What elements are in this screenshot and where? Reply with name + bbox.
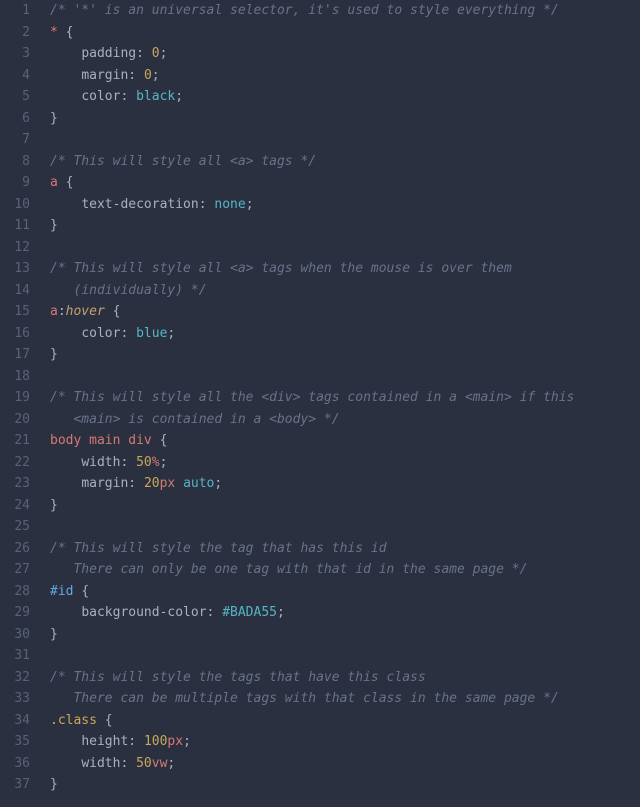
code-line[interactable]: color: blue;	[50, 323, 640, 345]
line-number: 27	[0, 559, 30, 581]
line-number: 33	[0, 688, 30, 710]
code-line[interactable]: /* '*' is an universal selector, it's us…	[50, 0, 640, 22]
line-number: 22	[0, 452, 30, 474]
line-number: 13	[0, 258, 30, 280]
code-line[interactable]: There can be multiple tags with that cla…	[50, 688, 640, 710]
code-editor[interactable]: 1234567891011121314151617181920212223242…	[0, 0, 640, 796]
code-line[interactable]: padding: 0;	[50, 43, 640, 65]
code-line[interactable]: /* This will style all <a> tags */	[50, 151, 640, 173]
line-number: 26	[0, 538, 30, 560]
code-line[interactable]: /* This will style all the <div> tags co…	[50, 387, 640, 409]
line-number: 30	[0, 624, 30, 646]
code-line[interactable]: width: 50vw;	[50, 753, 640, 775]
code-line[interactable]: }	[50, 215, 640, 237]
line-number: 29	[0, 602, 30, 624]
code-line[interactable]: color: black;	[50, 86, 640, 108]
line-number: 35	[0, 731, 30, 753]
line-number: 3	[0, 43, 30, 65]
code-line[interactable]	[50, 645, 640, 667]
code-line[interactable]: (individually) */	[50, 280, 640, 302]
line-number-gutter: 1234567891011121314151617181920212223242…	[0, 0, 40, 796]
line-number: 37	[0, 774, 30, 796]
line-number: 21	[0, 430, 30, 452]
code-line[interactable]	[50, 237, 640, 259]
code-line[interactable]: }	[50, 108, 640, 130]
line-number: 34	[0, 710, 30, 732]
line-number: 2	[0, 22, 30, 44]
line-number: 28	[0, 581, 30, 603]
line-number: 25	[0, 516, 30, 538]
code-line[interactable]: .class {	[50, 710, 640, 732]
line-number: 20	[0, 409, 30, 431]
code-line[interactable]: /* This will style all <a> tags when the…	[50, 258, 640, 280]
line-number: 32	[0, 667, 30, 689]
line-number: 31	[0, 645, 30, 667]
code-line[interactable]: height: 100px;	[50, 731, 640, 753]
code-line[interactable]: a {	[50, 172, 640, 194]
line-number: 18	[0, 366, 30, 388]
line-number: 24	[0, 495, 30, 517]
code-line[interactable]: }	[50, 624, 640, 646]
code-line[interactable]: There can only be one tag with that id i…	[50, 559, 640, 581]
line-number: 5	[0, 86, 30, 108]
code-line[interactable]: body main div {	[50, 430, 640, 452]
code-line[interactable]: #id {	[50, 581, 640, 603]
line-number: 6	[0, 108, 30, 130]
code-line[interactable]: }	[50, 344, 640, 366]
line-number: 8	[0, 151, 30, 173]
line-number: 15	[0, 301, 30, 323]
code-content[interactable]: /* '*' is an universal selector, it's us…	[40, 0, 640, 796]
line-number: 36	[0, 753, 30, 775]
code-line[interactable]: margin: 20px auto;	[50, 473, 640, 495]
line-number: 7	[0, 129, 30, 151]
code-line[interactable]: /* This will style the tag that has this…	[50, 538, 640, 560]
line-number: 12	[0, 237, 30, 259]
line-number: 1	[0, 0, 30, 22]
line-number: 9	[0, 172, 30, 194]
line-number: 11	[0, 215, 30, 237]
code-line[interactable]: }	[50, 774, 640, 796]
code-line[interactable]	[50, 366, 640, 388]
line-number: 23	[0, 473, 30, 495]
line-number: 4	[0, 65, 30, 87]
code-line[interactable]: }	[50, 495, 640, 517]
code-line[interactable]: width: 50%;	[50, 452, 640, 474]
line-number: 14	[0, 280, 30, 302]
code-line[interactable]	[50, 129, 640, 151]
line-number: 16	[0, 323, 30, 345]
code-line[interactable]: * {	[50, 22, 640, 44]
line-number: 19	[0, 387, 30, 409]
code-line[interactable]	[50, 516, 640, 538]
code-line[interactable]: text-decoration: none;	[50, 194, 640, 216]
code-line[interactable]: a:hover {	[50, 301, 640, 323]
code-line[interactable]: background-color: #BADA55;	[50, 602, 640, 624]
code-line[interactable]: margin: 0;	[50, 65, 640, 87]
line-number: 10	[0, 194, 30, 216]
line-number: 17	[0, 344, 30, 366]
code-line[interactable]: /* This will style the tags that have th…	[50, 667, 640, 689]
code-line[interactable]: <main> is contained in a <body> */	[50, 409, 640, 431]
